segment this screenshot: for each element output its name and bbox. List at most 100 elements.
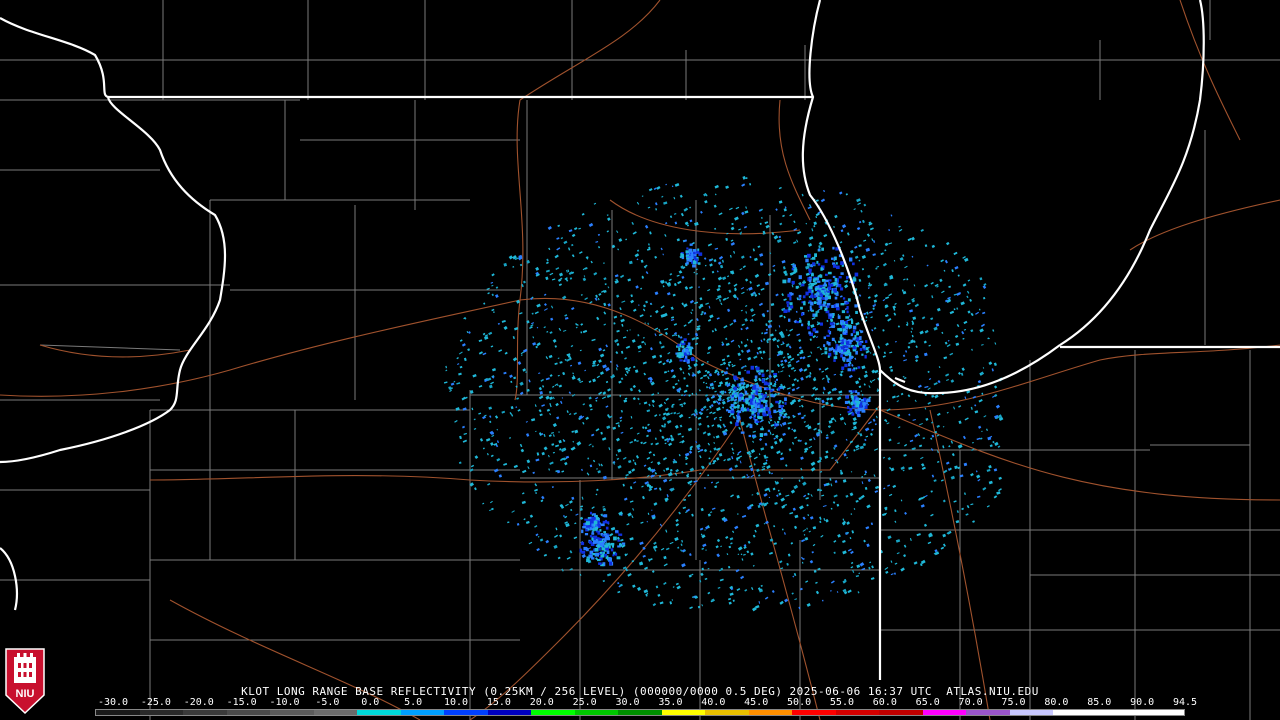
echo-speck: [726, 553, 729, 556]
echo-speck: [643, 464, 647, 467]
echo-speck: [670, 318, 675, 322]
echo-speck: [699, 455, 702, 459]
echo-speck: [783, 359, 788, 363]
echo-speck: [923, 523, 928, 527]
echo-speck: [905, 350, 908, 353]
scale-label: 20.0: [529, 697, 554, 708]
echo-speck: [789, 302, 793, 306]
echo-speck: [792, 507, 796, 511]
echo-speck: [687, 333, 690, 336]
echo-speck: [660, 279, 665, 284]
echo-speck: [593, 521, 598, 525]
echo-speck: [670, 437, 675, 442]
echo-speck: [669, 468, 673, 472]
echo-speck: [875, 415, 878, 419]
echo-speck: [722, 297, 727, 301]
echo-speck: [980, 323, 986, 328]
echo-speck: [764, 442, 768, 446]
echo-speck: [890, 368, 894, 372]
echo-speck: [857, 591, 860, 594]
echo-speck: [491, 434, 495, 438]
echo-speck: [785, 416, 788, 418]
colorbar-segment: [96, 710, 140, 715]
echo-speck: [857, 408, 862, 412]
echo-speck: [673, 213, 677, 215]
echo-speck: [610, 526, 616, 531]
echo-speck: [865, 316, 868, 319]
echo-speck: [498, 349, 503, 353]
echo-speck: [951, 269, 954, 273]
echo-speck: [813, 427, 817, 431]
echo-speck: [909, 538, 912, 541]
echo-speck: [691, 373, 696, 377]
echo-speck: [595, 399, 598, 402]
echo-speck: [783, 532, 786, 535]
echo-speck: [746, 474, 748, 477]
echo-speck: [921, 463, 925, 467]
echo-speck: [549, 272, 554, 276]
echo-speck: [937, 379, 941, 384]
echo-speck: [896, 395, 900, 398]
echo-speck: [658, 328, 661, 332]
echo-speck: [630, 299, 635, 304]
echo-speck: [859, 404, 863, 408]
echo-speck: [622, 456, 627, 460]
echo-speck: [654, 333, 657, 337]
echo-speck: [647, 322, 650, 325]
echo-speck: [762, 461, 768, 466]
echo-speck: [962, 435, 966, 440]
echo-speck: [741, 291, 745, 295]
echo-speck: [806, 527, 808, 530]
echo-speck: [458, 461, 462, 465]
echo-speck: [835, 262, 838, 265]
echo-speck: [603, 514, 608, 518]
echo-speck: [665, 467, 670, 471]
echo-speck: [581, 496, 584, 500]
echo-speck: [651, 393, 655, 396]
echo-speck: [697, 416, 702, 420]
echo-speck: [746, 550, 750, 554]
echo-speck: [689, 286, 693, 290]
echo-speck: [564, 314, 568, 317]
scale-label: 15.0: [486, 697, 511, 708]
echo-speck: [679, 359, 683, 362]
echo-speck: [532, 342, 537, 346]
echo-speck: [572, 372, 575, 375]
echo-speck: [830, 507, 833, 510]
echo-speck: [758, 302, 764, 307]
echo-speck: [443, 381, 448, 384]
echo-speck: [678, 398, 682, 401]
echo-speck: [882, 329, 885, 332]
echo-speck: [700, 572, 704, 577]
echo-speck: [596, 363, 600, 367]
echo-speck: [791, 383, 795, 387]
echo-speck: [690, 573, 694, 576]
echo-speck: [880, 252, 884, 256]
echo-speck: [715, 481, 720, 485]
echo-speck: [509, 436, 512, 439]
echo-speck: [589, 541, 592, 544]
echo-speck: [519, 263, 523, 267]
echo-speck: [859, 562, 865, 567]
echo-speck: [856, 564, 861, 569]
echo-speck: [768, 471, 771, 474]
echo-speck: [992, 329, 995, 332]
echo-speck: [780, 567, 784, 570]
echo-speck: [844, 400, 849, 404]
echo-speck: [648, 188, 653, 192]
echo-speck: [890, 467, 895, 472]
echo-speck: [493, 311, 495, 314]
echo-speck: [743, 408, 747, 412]
echo-speck: [786, 304, 789, 308]
echo-speck: [723, 325, 728, 329]
echo-speck: [866, 398, 871, 402]
echo-speck: [764, 393, 767, 398]
echo-speck: [970, 312, 974, 317]
echo-speck: [807, 492, 810, 496]
echo-speck: [770, 445, 774, 450]
echo-speck: [931, 434, 935, 438]
echo-speck: [756, 284, 761, 287]
echo-speck: [778, 186, 782, 190]
echo-speck: [896, 400, 900, 403]
highway: [149, 469, 701, 483]
